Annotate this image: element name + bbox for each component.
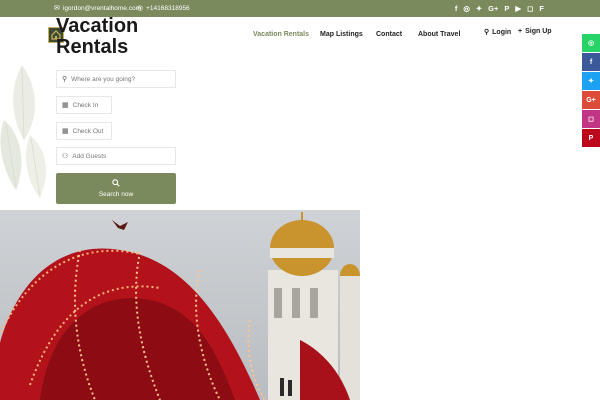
nav-item-contact[interactable]: Contact [376,28,402,40]
envelope-icon: ✉ [54,5,60,12]
signup-label: Sign Up [525,28,552,35]
destination-input[interactable]: ⚲ Where are you going? [56,70,176,88]
checkin-placeholder: Check In [72,101,99,109]
guests-placeholder: Add Guests [72,152,107,160]
checkin-input[interactable]: ▦ Check In [56,96,112,114]
twitter-icon[interactable]: ✦ [582,72,600,90]
signup-link[interactable]: + Sign Up [518,28,552,35]
calendar-icon: ▦ [62,102,69,109]
nav-item-map-listings[interactable]: Map Listings [320,28,363,40]
leaf-decoration [0,65,46,198]
whatsapp-icon[interactable]: ◎ [582,34,600,52]
hero-photo [0,210,360,400]
youtube-icon[interactable]: ▶ [515,4,521,13]
foursquare-icon[interactable]: F [539,4,544,13]
map-pin-icon: ⚲ [62,76,68,83]
search-button-label: Search now [98,191,134,198]
phone-text[interactable]: +14168318956 [146,5,190,12]
search-button[interactable]: Search now [56,173,176,204]
illuminated-arch-image [0,210,360,400]
lock-icon: ⚲ [484,29,490,36]
whatsapp-icon: ◎ [137,5,144,12]
nav-item-vacation-rentals[interactable]: Vacation Rentals [253,28,309,40]
twitter-icon[interactable]: ✦ [476,4,482,13]
google-plus-icon[interactable]: G+ [582,91,600,109]
login-link[interactable]: ⚲ Login [484,28,512,37]
phone-contact[interactable]: ◎ +14168318956 [137,0,190,17]
user-icon: ⚇ [62,153,69,160]
destination-placeholder: Where are you going? [71,75,136,83]
google-plus-icon[interactable]: G+ [488,4,498,13]
login-label: Login [492,28,512,36]
pinterest-icon[interactable]: P [504,4,509,13]
plus-icon: + [518,28,523,35]
guests-input[interactable]: ⚇ Add Guests [56,147,176,165]
checkout-input[interactable]: ▦ Check Out [56,122,112,140]
social-links-top: f ◎ ✦ G+ P ▶ ◻ F [455,0,544,17]
facebook-icon[interactable]: f [455,4,458,13]
checkout-placeholder: Check Out [72,127,104,135]
whatsapp-icon[interactable]: ◎ [463,4,470,13]
instagram-icon[interactable]: ◻ [582,110,600,128]
search-icon [112,179,120,187]
floating-social-bar: ◎ f ✦ G+ ◻ P [582,34,600,148]
pinterest-icon[interactable]: P [582,129,600,147]
instagram-icon[interactable]: ◻ [527,4,533,13]
site-brand[interactable]: Vacation Rentals [56,16,166,58]
email-text[interactable]: igordon@vrentalhome.com [63,5,141,12]
nav-item-about-travel[interactable]: About Travel [418,28,460,40]
calendar-icon: ▦ [62,128,69,135]
facebook-icon[interactable]: f [582,53,600,71]
